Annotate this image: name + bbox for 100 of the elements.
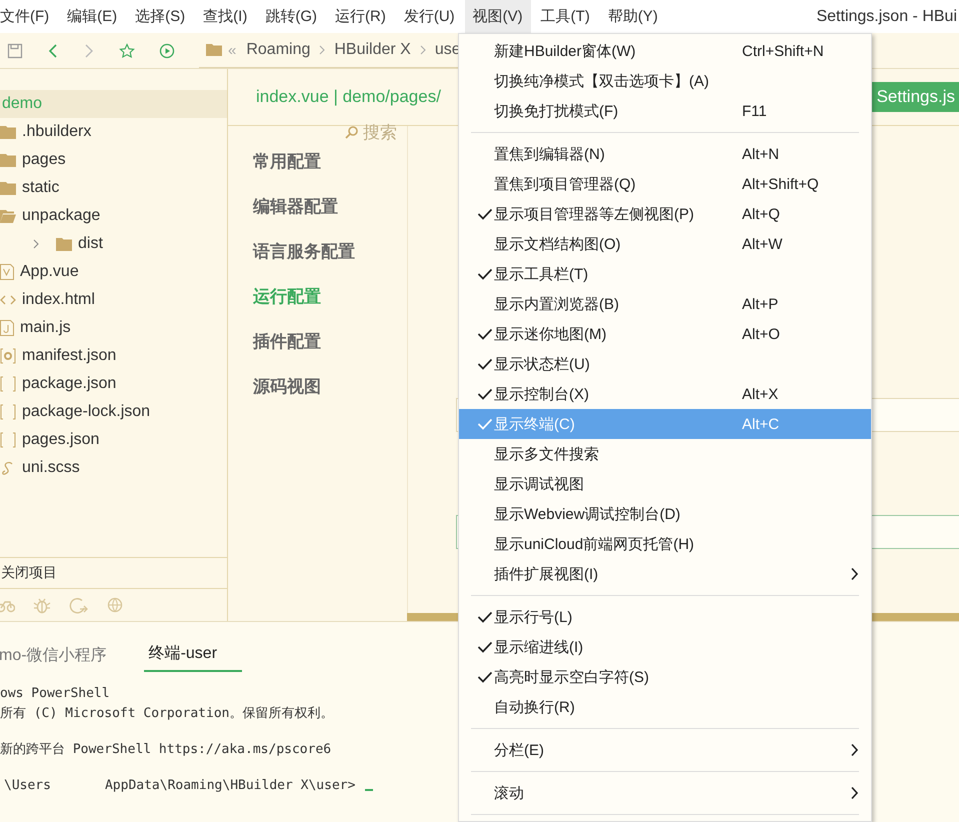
run-icon[interactable] (159, 42, 175, 58)
menu-item[interactable]: 显示状态栏(U) (459, 349, 871, 379)
breadcrumb-item[interactable]: Roaming (246, 41, 310, 59)
tree-item[interactable]: .hbuilderx (0, 118, 227, 146)
menu-item[interactable]: 自动换行(R) (459, 692, 871, 722)
menu-item[interactable]: 置焦到项目管理器(Q) Alt+Shift+Q (459, 169, 871, 199)
star-icon[interactable] (119, 42, 135, 58)
breadcrumb-item[interactable]: HBuilder X (334, 41, 411, 59)
forward-icon[interactable] (83, 42, 95, 58)
menu-bar-item[interactable]: 发行(U) (396, 0, 463, 33)
tree-item[interactable]: package.json (0, 370, 227, 398)
code-icon (0, 294, 16, 306)
menu-item[interactable]: 显示调试视图 (459, 469, 871, 499)
menu-item[interactable]: 切换免打扰模式(F) F11 (459, 96, 871, 126)
menu-item[interactable]: 显示项目管理器等左侧视图(P) Alt+Q (459, 199, 871, 229)
menu-item[interactable]: 显示控制台(X) Alt+X (459, 379, 871, 409)
terminal-prompt: AppData\Roaming\HBuilder X\user> (104, 778, 356, 792)
terminal-line: 新的跨平台 PowerShell https://aka.ms/pscore6 (0, 742, 332, 757)
menu-item[interactable]: 高亮时显示空白字符(S) (459, 662, 871, 692)
folder-icon (206, 44, 222, 56)
check-icon (477, 641, 493, 653)
file-icon (0, 264, 14, 280)
menu-bar-item[interactable]: 跳转(G) (257, 0, 325, 33)
settings-nav-item[interactable]: 语言服务配置 (228, 229, 407, 274)
folder-icon (0, 154, 16, 166)
tree-item[interactable]: package-lock.json (0, 398, 227, 426)
settings-nav-item[interactable]: 常用配置 (228, 139, 407, 184)
settings-nav-item[interactable]: 编辑器配置 (228, 184, 407, 229)
settings-nav-item[interactable]: 插件配置 (228, 319, 407, 364)
tree-item[interactable]: main.js (0, 314, 227, 342)
tree-item[interactable]: App.vue (0, 258, 227, 286)
file-icon (0, 320, 14, 336)
globe-icon[interactable] (107, 597, 124, 613)
menu-bar-item[interactable]: 帮助(Y) (600, 0, 666, 33)
terminal-line: 所有 (C) Microsoft Corporation。保留所有权利。 (0, 706, 334, 721)
menu-bar-item[interactable]: 查找(I) (195, 0, 256, 33)
bug-icon[interactable] (33, 596, 51, 614)
menu-item[interactable]: 显示多文件搜索 (459, 439, 871, 469)
terminal-line: ows PowerShell (0, 686, 110, 701)
menu-item[interactable]: 插件扩展视图(I) (459, 559, 871, 589)
chevron-icon (850, 743, 859, 757)
menu-item[interactable]: 显示内置浏览器(B) Alt+P (459, 289, 871, 319)
close-project-link[interactable]: 关闭项目 (1, 564, 57, 582)
check-icon (477, 208, 493, 220)
menu-item[interactable]: 新建HBuilder窗体(W) Ctrl+Shift+N (459, 36, 871, 66)
menu-item[interactable]: 显示迷你地图(M) Alt+O (459, 319, 871, 349)
chevron-icon (32, 239, 40, 249)
brackets-icon (0, 376, 16, 392)
check-icon (477, 268, 493, 280)
chevron-icon (850, 567, 859, 581)
menu-item[interactable]: 滚动 (459, 778, 871, 808)
tree-item[interactable]: pages.json (0, 426, 227, 454)
panel-tab[interactable]: mo-微信小程序 (0, 645, 107, 672)
brackets-icon (0, 432, 16, 448)
menu-item[interactable]: 显示Webview调试控制台(D) (459, 499, 871, 529)
tree-item[interactable]: static (0, 174, 227, 202)
back-icon[interactable] (47, 42, 59, 58)
chevron-icon (418, 45, 427, 55)
text-cursor (365, 789, 374, 791)
menu-bar-item[interactable]: 工具(T) (532, 0, 598, 33)
settings-nav-item[interactable]: 源码视图 (228, 364, 407, 409)
brackets-icon (0, 404, 16, 420)
menu-item[interactable]: 置焦到编辑器(N) Alt+N (459, 139, 871, 169)
menu-item[interactable]: 分栏(E) (459, 735, 871, 765)
menu-bar-item[interactable]: 编辑(E) (59, 0, 126, 33)
check-icon (477, 328, 493, 340)
check-icon (477, 611, 493, 623)
tree-item[interactable]: manifest.json (0, 342, 227, 370)
menu-item[interactable]: 显示缩进线(I) (459, 632, 871, 662)
chevron-icon (850, 786, 859, 800)
menu-item[interactable]: 显示文档结构图(O) Alt+W (459, 229, 871, 259)
save-icon[interactable] (7, 42, 23, 58)
search-icon (345, 125, 359, 139)
menu-bar-item[interactable]: 文件(F) (0, 0, 58, 33)
menu-bar-item[interactable]: 视图(V) (464, 0, 531, 33)
folder-icon (0, 126, 16, 138)
check-icon (477, 418, 493, 430)
chevron-icon (318, 45, 326, 55)
folder-icon (0, 182, 16, 194)
window-title: Settings.json - HBui (816, 8, 957, 26)
folder-icon (0, 210, 16, 222)
tree-item[interactable]: unpackage (0, 202, 227, 230)
tree-item[interactable]: uni.scss (0, 454, 227, 482)
tree-item[interactable]: dist (0, 230, 227, 258)
check-icon (477, 358, 493, 370)
terminal-prompt: \Users (4, 778, 51, 792)
menu-item[interactable]: 显示工具栏(T) (459, 259, 871, 289)
menu-item[interactable]: 显示行号(L) (459, 602, 871, 632)
check-icon (477, 671, 493, 683)
menu-bar-item[interactable]: 运行(R) (327, 0, 394, 33)
menu-item[interactable]: 切换纯净模式【双击选项卡】(A) (459, 66, 871, 96)
tree-item[interactable]: index.html (0, 286, 227, 314)
check-icon (477, 388, 493, 400)
menu-bar-item[interactable]: 选择(S) (127, 0, 194, 33)
menu-item[interactable]: 显示uniCloud前端网页托管(H) (459, 529, 871, 559)
folder-icon (56, 238, 72, 250)
panel-tab[interactable]: 终端-user (144, 643, 242, 672)
tree-item[interactable]: pages (0, 146, 227, 174)
gear-file-icon (0, 348, 16, 364)
refresh-icon[interactable] (69, 596, 89, 614)
